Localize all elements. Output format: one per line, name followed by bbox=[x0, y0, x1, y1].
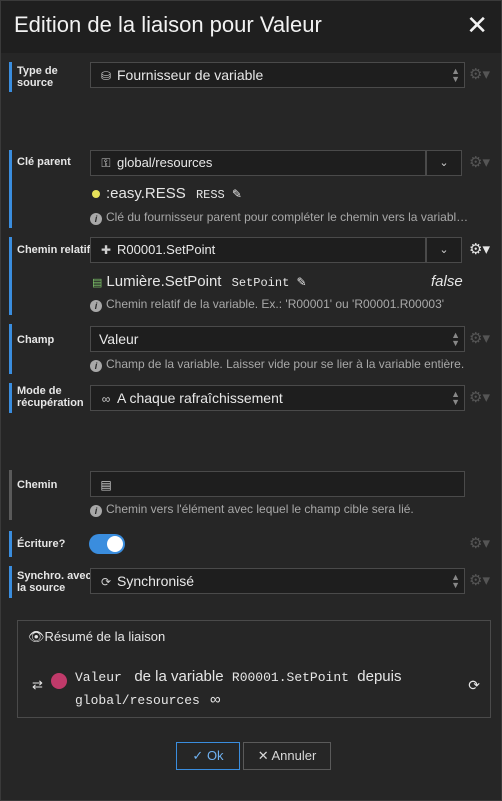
ecriture-row: Écriture? bbox=[9, 531, 495, 557]
ecriture-toggle[interactable] bbox=[89, 534, 125, 554]
summary-text-2: depuis bbox=[357, 668, 402, 685]
sync-icon: ⟳ bbox=[100, 575, 112, 589]
close-icon[interactable]: ✕ bbox=[466, 11, 488, 39]
resolved-name: :easy.RESS bbox=[106, 185, 186, 202]
cancel-label: Annuler bbox=[271, 748, 317, 763]
sync-icon: ⟳ bbox=[468, 677, 480, 693]
hint-text: Chemin vers l'élément avec lequel le cha… bbox=[106, 502, 414, 516]
gear-icon[interactable]: ⚙▾ bbox=[469, 62, 490, 88]
summary-field: Valeur bbox=[75, 670, 122, 685]
chevron-down-icon: ⌄ bbox=[439, 244, 449, 256]
variable-provider-icon: ⛁ bbox=[100, 69, 112, 83]
cle-parent-hint: i Clé du fournisseur parent pour compléte… bbox=[90, 210, 495, 225]
resolved-value: false bbox=[431, 273, 463, 290]
accent-bar bbox=[9, 566, 12, 598]
variable-provider-icon bbox=[51, 673, 67, 689]
info-icon: i bbox=[90, 360, 102, 372]
key-icon: ⚿ bbox=[101, 156, 111, 170]
chemin-label: Chemin bbox=[17, 479, 58, 491]
cle-parent-label: Clé parent bbox=[17, 156, 71, 168]
gear-icon[interactable]: ⚙▾ bbox=[469, 150, 490, 176]
synchro-select[interactable]: ⟳ Synchronisé ▲ ▼ bbox=[90, 568, 465, 594]
gear-icon[interactable]: ⚙▾ bbox=[469, 531, 490, 557]
cle-parent-resolved: :easy.RESS RESS ✎ bbox=[92, 185, 242, 202]
synchro-label: Synchro. avec la source bbox=[17, 570, 92, 594]
type-source-label: Type de source bbox=[17, 65, 58, 89]
cle-parent-input[interactable]: ⚿ global/resources bbox=[90, 150, 426, 176]
cle-parent-dropdown[interactable]: ⌄ bbox=[426, 150, 462, 176]
summary-text: Valeur de la variable R00001.SetPoint de… bbox=[75, 666, 455, 712]
hint-text: Chemin relatif de la variable. Ex.: 'R00… bbox=[106, 297, 445, 311]
edit-icon[interactable]: ✎ bbox=[296, 275, 306, 289]
chemin-relatif-input[interactable]: ✚ R00001.SetPoint bbox=[90, 237, 426, 263]
summary-title-text: Résumé de la liaison bbox=[44, 629, 166, 644]
chemin-hint: i Chemin vers l'élément avec lequel le ch… bbox=[90, 502, 495, 517]
type-source-value: Fournisseur de variable bbox=[117, 67, 264, 83]
select-arrows-icon: ▲ ▼ bbox=[451, 572, 460, 590]
edit-icon[interactable]: ✎ bbox=[232, 187, 242, 201]
summary-variable: R00001.SetPoint bbox=[231, 670, 349, 685]
mode-value: A chaque rafraîchissement bbox=[117, 390, 283, 406]
accent-bar bbox=[9, 470, 12, 520]
mode-select[interactable]: ∞ A chaque rafraîchissement ▲ ▼ bbox=[90, 385, 465, 411]
chemin-input[interactable]: ▤ bbox=[90, 471, 465, 497]
hint-text: Clé du fournisseur parent pour compléter… bbox=[106, 210, 469, 224]
mode-label: Mode de récupération bbox=[17, 385, 84, 409]
accent-bar bbox=[9, 383, 12, 413]
dialog-titlebar: Edition de la liaison pour Valeur ✕ bbox=[1, 1, 501, 53]
select-arrows-icon: ▲ ▼ bbox=[451, 66, 460, 84]
ok-button[interactable]: ✓ Ok bbox=[176, 742, 240, 770]
resolved-name: Lumière.SetPoint bbox=[106, 273, 222, 290]
resolved-code: RESS bbox=[195, 188, 225, 202]
chemin-relatif-label: Chemin relatif bbox=[17, 244, 91, 256]
select-arrows-icon: ▲ ▼ bbox=[451, 389, 460, 407]
cle-parent-value: global/resources bbox=[117, 155, 213, 170]
info-icon: i bbox=[90, 505, 102, 517]
variable-icon: ▤ bbox=[92, 277, 103, 289]
infinity-icon: ∞ bbox=[101, 392, 111, 406]
binding-dialog: Edition de la liaison pour Valeur ✕ Type… bbox=[0, 0, 502, 801]
document-icon: ▤ bbox=[100, 478, 112, 492]
summary-source: global/resources bbox=[75, 693, 200, 708]
champ-select[interactable]: Valeur ▲ ▼ bbox=[90, 326, 465, 352]
gear-icon[interactable]: ⚙▾ bbox=[469, 568, 490, 594]
accent-bar bbox=[9, 237, 12, 315]
summary-panel: 👁Résumé de la liaison ⇄ Valeur de la var… bbox=[17, 620, 491, 718]
eye-icon: 👁 bbox=[28, 629, 45, 644]
resolved-code: SetPoint bbox=[231, 276, 290, 290]
chevron-down-icon: ⌄ bbox=[439, 157, 449, 169]
ok-label: Ok bbox=[206, 748, 224, 763]
accent-bar bbox=[9, 531, 12, 557]
select-arrows-icon: ▲ ▼ bbox=[451, 330, 460, 348]
chemin-relatif-value: R00001.SetPoint bbox=[117, 242, 216, 257]
infinity-icon: ∞ bbox=[210, 691, 221, 708]
hint-text: Champ de la variable. Laisser vide pour … bbox=[106, 357, 465, 371]
summary-title: 👁Résumé de la liaison bbox=[28, 629, 165, 645]
champ-hint: i Champ de la variable. Laisser vide pour… bbox=[90, 357, 495, 372]
chemin-relatif-resolved: ▤ Lumière.SetPoint SetPoint ✎ bbox=[92, 273, 307, 290]
gear-icon[interactable]: ⚙▾ bbox=[469, 385, 490, 411]
champ-value: Valeur bbox=[99, 331, 139, 347]
toggle-knob bbox=[107, 536, 123, 552]
swap-icon: ⇄ bbox=[32, 677, 43, 692]
type-source-select[interactable]: ⛁ Fournisseur de variable ▲ ▼ bbox=[90, 62, 465, 88]
ecriture-label: Écriture? bbox=[17, 538, 66, 550]
chemin-relatif-dropdown[interactable]: ⌄ bbox=[426, 237, 462, 263]
gear-icon[interactable]: ⚙▾ bbox=[469, 237, 490, 263]
gear-icon[interactable]: ⚙▾ bbox=[469, 326, 490, 352]
synchro-value: Synchronisé bbox=[117, 573, 195, 589]
info-icon: i bbox=[90, 213, 102, 225]
info-icon: i bbox=[90, 300, 102, 312]
accent-bar bbox=[9, 150, 12, 228]
accent-bar bbox=[9, 324, 12, 374]
champ-label: Champ bbox=[17, 334, 55, 346]
puzzle-icon: ✚ bbox=[100, 243, 112, 257]
dialog-title: Edition de la liaison pour Valeur bbox=[14, 12, 322, 37]
chemin-relatif-hint: i Chemin relatif de la variable. Ex.: 'R0… bbox=[90, 297, 495, 312]
summary-text-1: de la variable bbox=[134, 668, 224, 685]
cancel-button[interactable]: ✕ Annuler bbox=[243, 742, 331, 770]
status-dot-icon bbox=[92, 190, 100, 198]
accent-bar bbox=[9, 62, 12, 92]
